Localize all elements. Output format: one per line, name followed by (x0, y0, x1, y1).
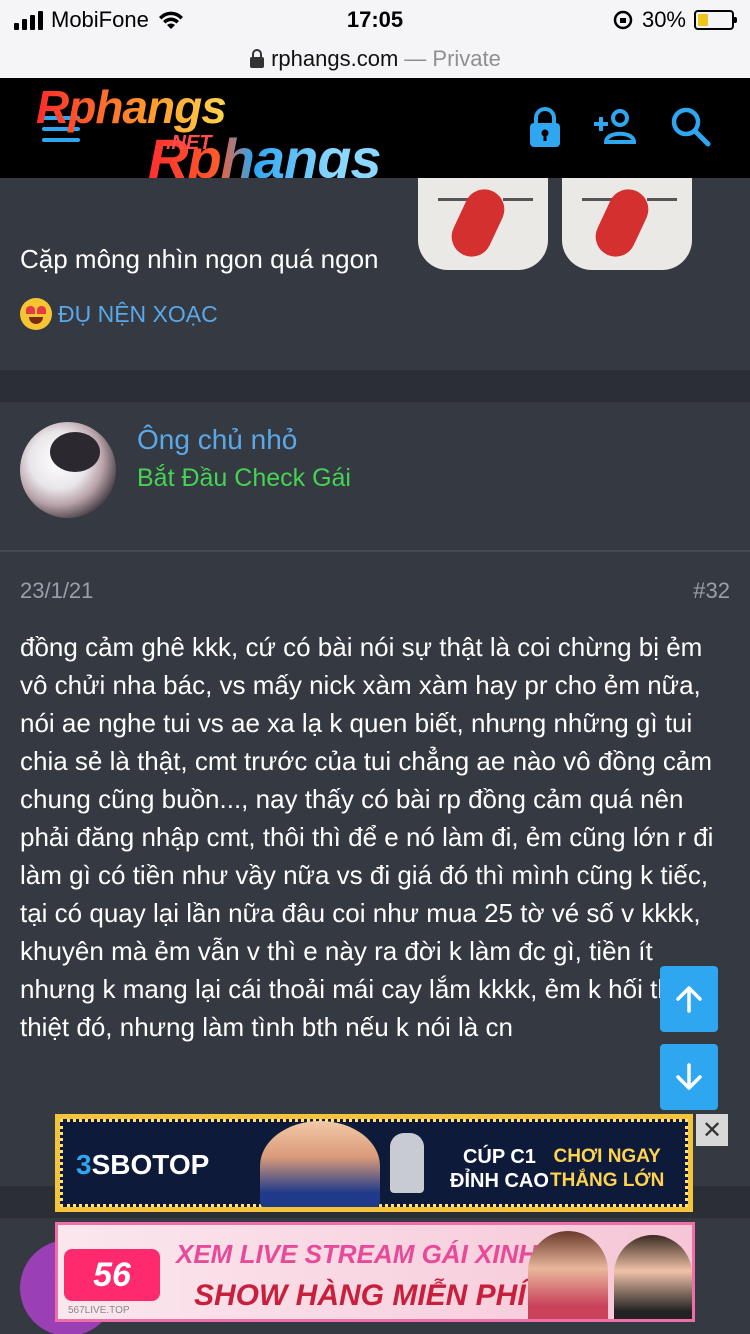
ad-cta-text: CHƠI NGAY THẮNG LỚN (550, 1146, 665, 1191)
add-user-icon[interactable] (590, 104, 636, 150)
ad-brand-name: SBOTOP (91, 1149, 210, 1180)
avatar[interactable] (20, 422, 116, 518)
ad-model-image (528, 1231, 608, 1319)
status-right: 30% (612, 7, 737, 33)
sbotop-banner-ad[interactable]: 3SBOTOP CÚP C1 ĐỈNH CAO CHƠI NGAY THẮNG … (55, 1114, 693, 1212)
previous-post-text: Cặp mông nhìn ngon quá ngon (20, 244, 379, 274)
username-link[interactable]: Ông chủ nhỏ (137, 424, 297, 456)
trophy-icon (390, 1133, 424, 1193)
sticker-image (562, 178, 692, 270)
post-body: đồng cảm ghê kkk, cứ có bài nói sự thật … (20, 632, 714, 1042)
post-number[interactable]: #32 (693, 578, 730, 604)
ad-model-image (614, 1235, 692, 1319)
search-icon[interactable] (668, 104, 714, 150)
site-header: Rphangs Rphangs .NET (0, 78, 750, 190)
scroll-top-button[interactable] (660, 966, 718, 1032)
post-header: Ông chủ nhỏ Bắt Đầu Check Gái (0, 402, 750, 552)
ad-brand: 3SBOTOP (76, 1149, 210, 1180)
livestream-banner-ad[interactable]: 56 567LIVE.TOP XEM LIVE STREAM GÁI XINH … (55, 1222, 695, 1322)
status-bar: MobiFone 17:05 30% (0, 0, 750, 40)
reaction-label[interactable]: ĐỤ NỆN XOẠC (58, 301, 218, 328)
reaction-summary[interactable]: ĐỤ NỆN XOẠC (20, 298, 218, 330)
sticker-image (418, 178, 548, 270)
ad-subheadline: SHOW HÀNG MIỄN PHÍ (194, 1279, 526, 1312)
post-date[interactable]: 23/1/21 (20, 578, 93, 604)
arrow-up-icon (676, 986, 702, 1013)
arrow-down-icon (676, 1063, 702, 1090)
ad-headline: XEM LIVE STREAM GÁI XINH (176, 1239, 538, 1269)
battery-fill (698, 14, 708, 26)
close-ad-button[interactable]: ✕ (696, 1114, 728, 1146)
previous-post: Cặp mông nhìn ngon quá ngon ĐỤ NỆN XOẠC (0, 178, 750, 370)
battery-percent: 30% (641, 7, 686, 32)
site-logo[interactable]: Rphangs Rphangs .NET (36, 52, 456, 190)
ad-model-image (260, 1121, 380, 1207)
ad-logo: 56 (64, 1249, 160, 1301)
post-card: Ông chủ nhỏ Bắt Đầu Check Gái 23/1/21 #3… (0, 402, 750, 1186)
ad-site: 567LIVE.TOP (68, 1305, 130, 1316)
lock-icon[interactable] (522, 104, 568, 150)
user-title: Bắt Đầu Check Gái (137, 464, 351, 492)
scroll-bottom-button[interactable] (660, 1044, 718, 1110)
battery-icon (694, 10, 737, 30)
rotation-lock-icon (613, 10, 633, 30)
heart-eyes-emoji-icon (20, 298, 52, 330)
logo-net-text: .NET (166, 132, 212, 154)
ad-cup-text: CÚP C1 ĐỈNH CAO (450, 1146, 549, 1192)
